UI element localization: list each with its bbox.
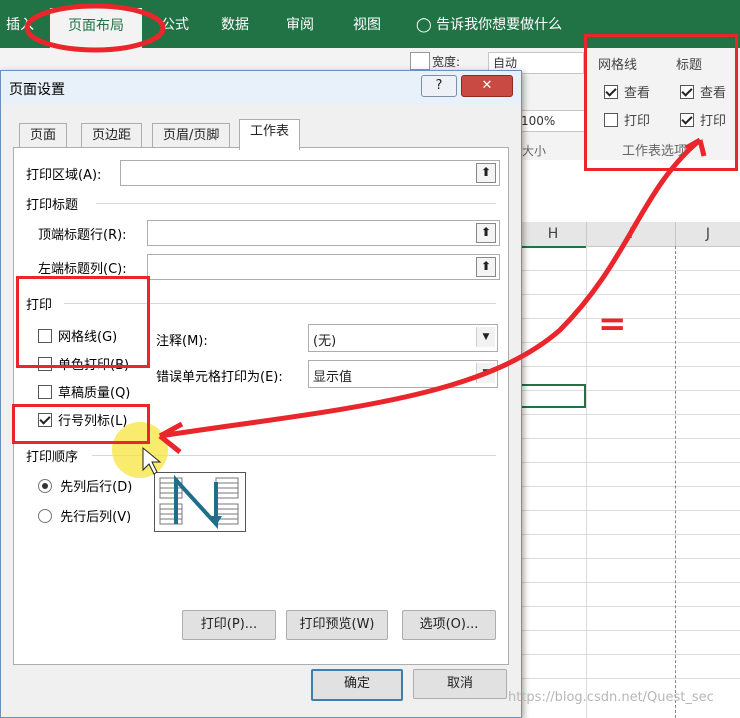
tab-sheet[interactable]: 工作表 [239, 119, 301, 150]
watermark: https://blog.csdn.net/Quest_sec [508, 690, 714, 705]
annotation-box-headings [12, 404, 150, 444]
annotation-box-sheet-options [584, 34, 738, 171]
annotation-ellipse [24, 3, 166, 53]
annotation-arrow [159, 138, 702, 439]
annotation-equals: = [598, 304, 627, 344]
annotation-box-print [16, 276, 150, 368]
